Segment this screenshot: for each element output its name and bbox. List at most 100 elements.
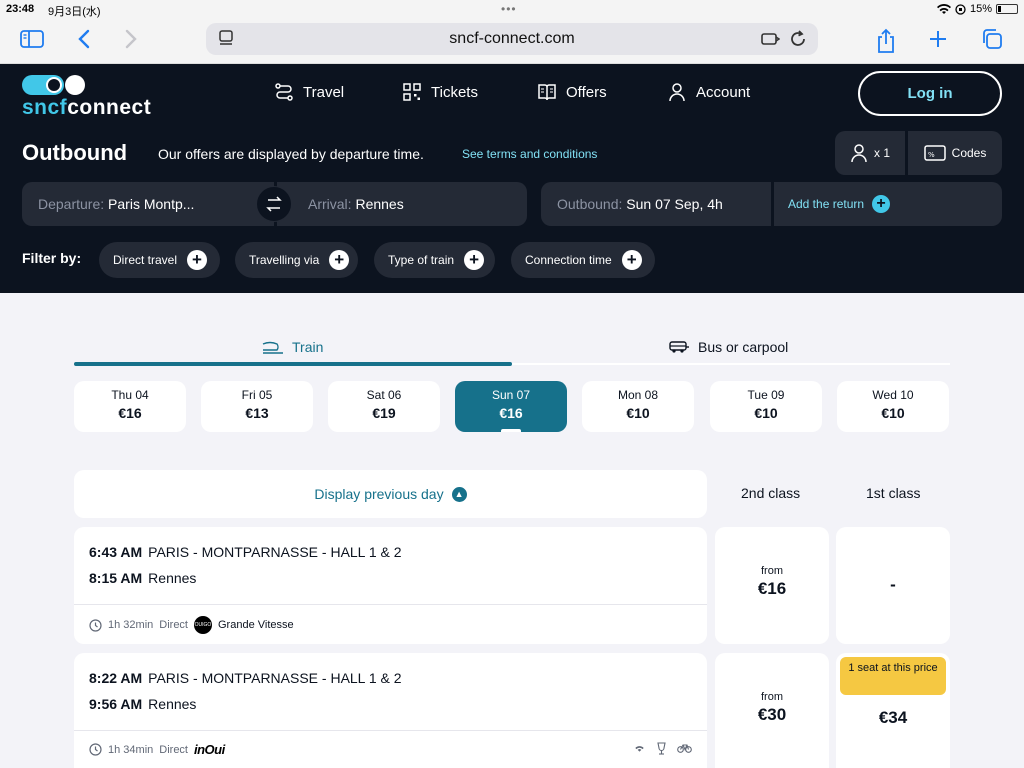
departure-label: Departure: bbox=[38, 196, 105, 212]
operator-name: Grande Vitesse bbox=[218, 619, 294, 631]
address-bar[interactable]: sncf-connect.com bbox=[206, 23, 818, 55]
arrival-label: Arrival: bbox=[308, 196, 352, 212]
day-tue-09[interactable]: Tue 09 €10 bbox=[710, 381, 822, 432]
route-icon bbox=[275, 83, 293, 101]
status-right: 15% bbox=[936, 3, 1018, 15]
price-amount: - bbox=[890, 575, 896, 594]
qr-code-icon bbox=[403, 83, 421, 101]
forward-chevron-icon[interactable] bbox=[117, 28, 145, 56]
duration: 1h 32min bbox=[108, 619, 154, 631]
departure-value: Paris Montp... bbox=[108, 196, 195, 212]
day-label: Fri 05 bbox=[241, 388, 273, 402]
add-return-button[interactable]: Add the return + bbox=[774, 182, 1002, 226]
day-wed-10[interactable]: Wed 10 €10 bbox=[837, 381, 949, 432]
day-sat-06[interactable]: Sat 06 €19 bbox=[328, 381, 440, 432]
nav-account-label: Account bbox=[696, 83, 751, 101]
clock-icon bbox=[89, 743, 102, 756]
day-label: Sun 07 bbox=[491, 388, 531, 402]
tab-train[interactable]: Train bbox=[262, 332, 323, 362]
day-label: Tue 09 bbox=[747, 388, 785, 402]
reload-icon[interactable] bbox=[788, 29, 808, 49]
day-thu-04[interactable]: Thu 04 €16 bbox=[74, 381, 186, 432]
divider bbox=[74, 604, 707, 605]
codes-button[interactable]: % Codes bbox=[908, 131, 1002, 175]
extension-icon[interactable] bbox=[760, 29, 780, 49]
outbound-date-field[interactable]: Outbound: Sun 07 Sep, 4h bbox=[541, 182, 771, 226]
filter-connection-time[interactable]: Connection time + bbox=[511, 242, 655, 278]
status-bar: 23:48 9月3日(水) ••• 15% bbox=[0, 0, 1024, 20]
nav-tickets[interactable]: Tickets bbox=[402, 82, 478, 102]
day-price: €13 bbox=[245, 405, 269, 421]
nav-travel[interactable]: Travel bbox=[274, 82, 344, 102]
day-price: €10 bbox=[754, 405, 778, 421]
filter-type-of-train[interactable]: Type of train + bbox=[374, 242, 495, 278]
filter-direct-travel[interactable]: Direct travel + bbox=[99, 242, 220, 278]
wifi-icon bbox=[936, 3, 951, 14]
plus-icon: + bbox=[621, 250, 642, 270]
plus-icon: + bbox=[464, 250, 485, 270]
tab-bus-label: Bus or carpool bbox=[698, 339, 789, 355]
sidebar-icon[interactable] bbox=[18, 28, 46, 56]
departure-station: PARIS - MONTPARNASSE - HALL 1 & 2 bbox=[148, 544, 402, 560]
clock-icon bbox=[89, 618, 102, 632]
orientation-lock-icon bbox=[955, 3, 966, 15]
journey-card[interactable]: 6:43 AM PARIS - MONTPARNASSE - HALL 1 & 2… bbox=[74, 527, 707, 644]
new-tab-plus-icon[interactable] bbox=[924, 28, 952, 56]
prev-day-label: Display previous day bbox=[314, 486, 444, 502]
day-label: Thu 04 bbox=[111, 388, 149, 402]
filter-chip-label: Type of train bbox=[388, 253, 455, 267]
transport-mode-tabs: Train Bus or carpool bbox=[74, 332, 950, 368]
divider bbox=[74, 730, 707, 731]
person-icon bbox=[851, 144, 867, 163]
tabs-overview-icon[interactable] bbox=[978, 28, 1006, 56]
sncf-connect-logo[interactable]: sncfconnect bbox=[22, 75, 151, 120]
share-icon[interactable] bbox=[872, 28, 900, 56]
codes-label: Codes bbox=[951, 146, 987, 160]
passengers-button[interactable]: x 1 bbox=[835, 131, 905, 175]
add-return-label: Add the return bbox=[788, 197, 865, 211]
url-text[interactable]: sncf-connect.com bbox=[206, 30, 818, 48]
book-icon bbox=[538, 84, 556, 101]
second-class-price-box[interactable]: from €16 bbox=[715, 527, 829, 644]
nav-account[interactable]: Account bbox=[667, 82, 750, 102]
swap-stations-button[interactable] bbox=[256, 186, 292, 222]
back-chevron-icon[interactable] bbox=[70, 28, 98, 56]
multitasking-dots-icon[interactable]: ••• bbox=[501, 2, 517, 16]
ouigo-logo: OUIGO bbox=[194, 616, 212, 634]
offers-note: Our offers are displayed by departure ti… bbox=[158, 146, 424, 162]
person-icon bbox=[669, 83, 685, 102]
bicycle-icon bbox=[677, 744, 692, 753]
journey-card[interactable]: 8:22 AM PARIS - MONTPARNASSE - HALL 1 & 2… bbox=[74, 653, 707, 768]
first-class-price-box[interactable]: 1 seat at this price €34 bbox=[836, 653, 950, 768]
status-time: 23:48 bbox=[6, 3, 35, 15]
filter-label: Filter by: bbox=[22, 250, 82, 266]
bus-car-icon bbox=[669, 341, 689, 353]
arrival-field[interactable]: Arrival: Rennes bbox=[277, 182, 527, 226]
tab-train-label: Train bbox=[292, 339, 324, 355]
filter-travelling-via[interactable]: Travelling via + bbox=[235, 242, 358, 278]
swap-arrows-icon bbox=[266, 196, 282, 212]
display-previous-day-button[interactable]: Display previous day ▲ bbox=[74, 470, 707, 518]
day-mon-08[interactable]: Mon 08 €10 bbox=[582, 381, 694, 432]
day-label: Mon 08 bbox=[617, 388, 659, 402]
day-fri-05[interactable]: Fri 05 €13 bbox=[201, 381, 313, 432]
journey-type: Direct bbox=[159, 743, 188, 756]
day-sun-07[interactable]: Sun 07 €16 bbox=[455, 381, 567, 432]
battery-percent: 15% bbox=[969, 3, 992, 15]
svg-text:%: % bbox=[928, 151, 935, 159]
terms-link[interactable]: See terms and conditions bbox=[462, 147, 597, 161]
login-button[interactable]: Log in bbox=[858, 71, 1002, 116]
nav-offers-label: Offers bbox=[566, 83, 607, 101]
departure-field[interactable]: Departure: Paris Montp... bbox=[22, 182, 274, 226]
first-class-price-box[interactable]: - bbox=[836, 527, 950, 644]
battery-icon bbox=[996, 4, 1018, 14]
second-class-price-box[interactable]: from €30 bbox=[715, 653, 829, 768]
arrival-value: Rennes bbox=[355, 196, 404, 212]
arrival-station: Rennes bbox=[148, 570, 197, 586]
wine-glass-icon bbox=[657, 742, 666, 755]
tab-bus-carpool[interactable]: Bus or carpool bbox=[668, 332, 788, 362]
nav-offers[interactable]: Offers bbox=[537, 82, 607, 102]
arrival-station: Rennes bbox=[148, 696, 197, 712]
journey-type: Direct bbox=[159, 619, 188, 631]
day-label: Wed 10 bbox=[872, 388, 914, 402]
